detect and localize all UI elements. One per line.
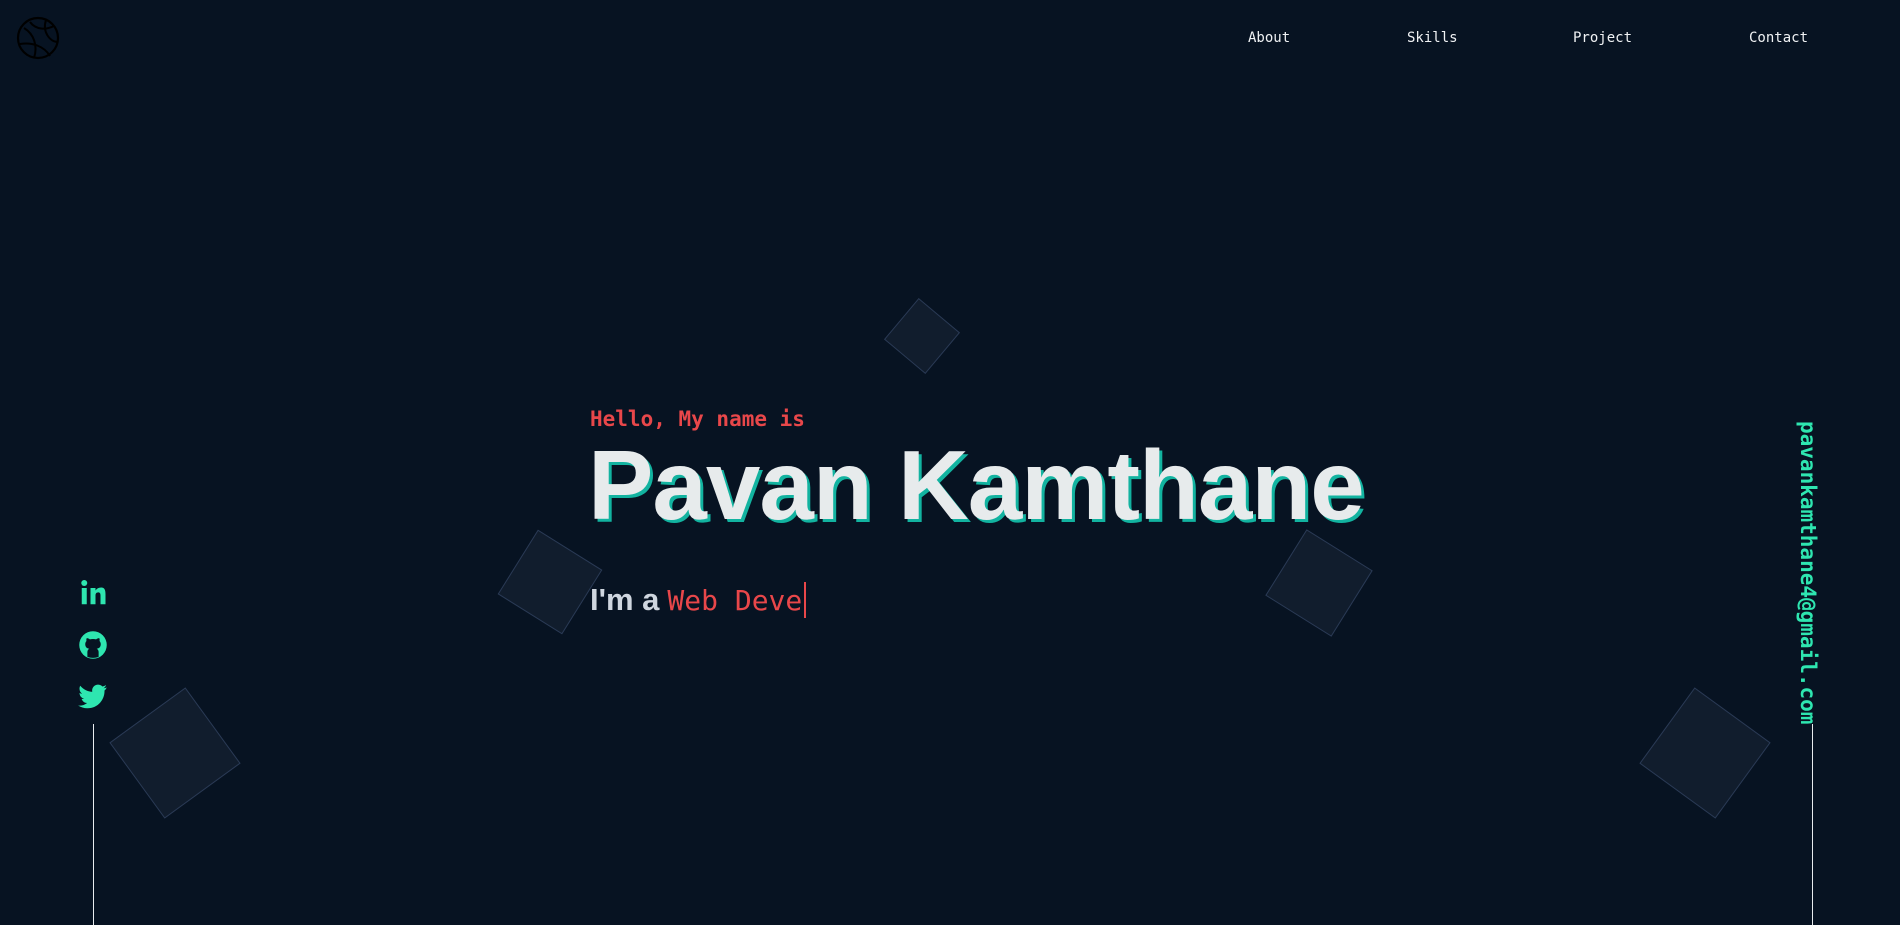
decor-square [1639,687,1771,819]
main-nav: About Skills Project Contact [0,30,1900,54]
hero-name: Pavan Kamthane [588,430,1365,540]
decor-square [1265,529,1373,637]
nav-link-project[interactable]: Project [1573,30,1632,46]
greeting-text: Hello, My name is [590,407,805,431]
github-icon[interactable] [78,630,108,660]
email-link[interactable]: pavankamthane4@gmail.com [1796,421,1820,724]
nav-link-contact[interactable]: Contact [1749,30,1808,46]
tagline-prefix: I'm a [590,582,660,617]
tagline-role: Web Deve [667,583,803,617]
decor-square [497,529,603,635]
linkedin-icon[interactable] [78,578,108,608]
decor-square [109,687,241,819]
left-vertical-line [93,724,94,925]
typing-cursor [804,582,807,618]
nav-link-about[interactable]: About [1248,30,1290,46]
nav-link-skills[interactable]: Skills [1407,30,1458,46]
hero-tagline: I'm a Web Deve [590,580,807,620]
decor-square [883,297,961,375]
twitter-icon[interactable] [78,681,108,711]
right-vertical-line [1812,724,1813,925]
